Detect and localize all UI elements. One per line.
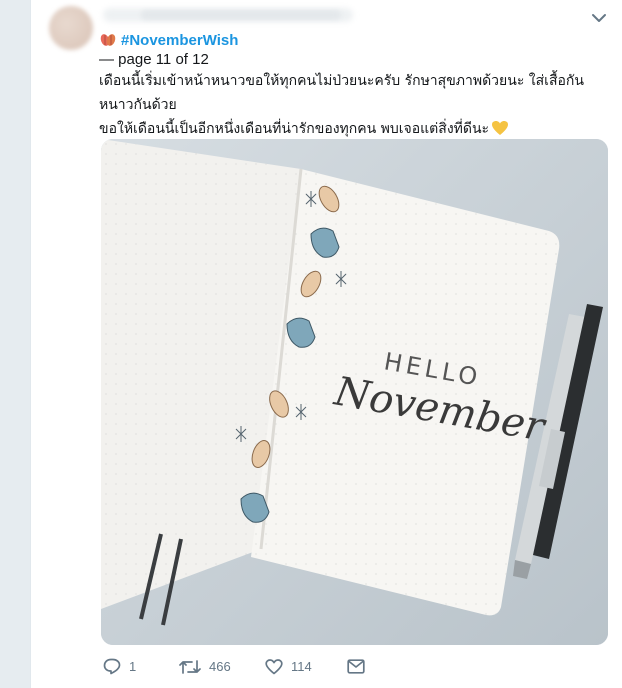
tweet-text-line-2: ขอให้เดือนนี้เป็นอีกหนึ่งเดือนที่น่ารักข…: [99, 117, 604, 141]
page-counter: — page 11 of 12: [99, 51, 209, 68]
tweet-card: #NovemberWish — page 11 of 12 เดือนนี้เร…: [30, 0, 622, 688]
tweet-photo[interactable]: HELLO November: [101, 139, 608, 645]
hashtag-link[interactable]: #NovemberWish: [121, 32, 238, 49]
message-icon: [347, 659, 365, 674]
like-icon: [265, 658, 283, 674]
reply-button[interactable]: 1: [103, 658, 179, 675]
direct-message-button[interactable]: [347, 659, 365, 674]
chevron-down-icon[interactable]: [591, 12, 607, 24]
reply-count: 1: [129, 659, 137, 674]
tweet-text: เดือนนี้เริ่มเข้าหน้าหนาวขอให้ทุกคนไม่ป่…: [99, 69, 604, 141]
fallen-leaf-icon: [100, 34, 116, 46]
retweet-icon: [179, 659, 201, 674]
like-button[interactable]: 114: [265, 658, 347, 675]
reply-icon: [103, 658, 121, 675]
author-handle-redacted: [141, 10, 341, 20]
tweet-text-line-1: เดือนนี้เริ่มเข้าหน้าหนาวขอให้ทุกคนไม่ป่…: [99, 73, 584, 113]
tweet-text-line-2-text: ขอให้เดือนนี้เป็นอีกหนึ่งเดือนที่น่ารักข…: [99, 121, 490, 137]
hashtag-line: #NovemberWish: [99, 30, 238, 50]
bullet-journal-illustration: HELLO November: [101, 139, 608, 645]
retweet-count: 466: [209, 659, 231, 674]
avatar[interactable]: [49, 6, 93, 50]
yellow-heart-icon: [492, 121, 509, 135]
like-count: 114: [291, 659, 312, 674]
retweet-button[interactable]: 466: [179, 659, 265, 675]
tweet-actions: 1 466 114: [103, 658, 365, 675]
